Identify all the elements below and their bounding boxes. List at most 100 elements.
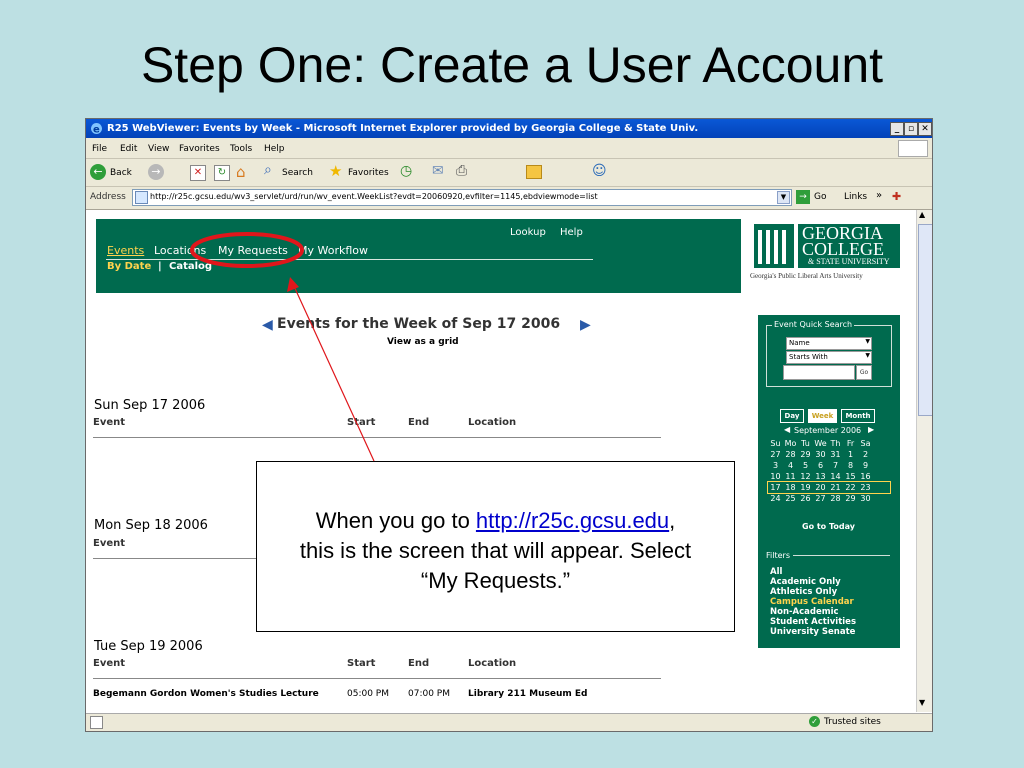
calendar-day[interactable]: 28 — [783, 449, 798, 460]
stop-icon[interactable]: ✕ — [190, 165, 206, 181]
calendar-day[interactable]: 17 — [768, 482, 783, 493]
filter-campus-calendar[interactable]: Campus Calendar — [770, 597, 854, 607]
calendar-day[interactable]: 25 — [783, 493, 798, 504]
refresh-icon[interactable]: ↻ — [214, 165, 230, 181]
menu-favorites[interactable]: Favorites — [179, 144, 220, 154]
scroll-up-icon[interactable]: ▲ — [919, 210, 925, 219]
calendar-day[interactable]: 8 — [843, 460, 858, 471]
filter-academic[interactable]: Academic Only — [770, 577, 841, 587]
nav-my-workflow[interactable]: My Workflow — [298, 244, 368, 257]
subnav-by-date[interactable]: By Date — [107, 261, 151, 272]
calendar-day[interactable]: 22 — [843, 482, 858, 493]
callout-link[interactable]: http://r25c.gcsu.edu — [476, 508, 669, 533]
calendar-day[interactable]: 27 — [813, 493, 828, 504]
calendar-day[interactable]: 29 — [798, 449, 813, 460]
history-icon[interactable]: ◷ — [400, 163, 412, 179]
calendar-day[interactable]: 14 — [828, 471, 843, 482]
calendar-day[interactable]: 4 — [783, 460, 798, 471]
calendar-day[interactable]: 27 — [768, 449, 783, 460]
back-button[interactable]: Back — [110, 168, 132, 178]
search-icon[interactable]: ⌕ — [264, 162, 272, 178]
calendar-day[interactable]: 30 — [813, 449, 828, 460]
minimize-button[interactable]: _ — [890, 122, 904, 136]
quick-search-input[interactable] — [783, 365, 855, 380]
calendar-day[interactable]: 29 — [843, 493, 858, 504]
go-arrow-icon[interactable]: → — [796, 190, 810, 204]
nav-my-requests[interactable]: My Requests — [218, 244, 288, 257]
calendar-day[interactable]: 13 — [813, 471, 828, 482]
calendar-day[interactable]: 10 — [768, 471, 783, 482]
vertical-scrollbar[interactable]: ▲ ▼ — [916, 210, 932, 712]
quick-search-go-button[interactable]: Go — [856, 365, 872, 380]
forward-arrow-icon[interactable]: → — [148, 164, 164, 180]
close-button[interactable]: ✕ — [918, 122, 932, 136]
calendar-day[interactable]: 21 — [828, 482, 843, 493]
calendar-day[interactable]: 3 — [768, 460, 783, 471]
nav-lookup[interactable]: Lookup — [510, 227, 546, 238]
address-dropdown-icon[interactable]: ▼ — [777, 191, 790, 204]
nav-help[interactable]: Help — [560, 227, 583, 238]
favorites-star-icon[interactable]: ★ — [329, 162, 342, 180]
scroll-down-icon[interactable]: ▼ — [919, 698, 925, 707]
folder-icon[interactable] — [526, 165, 542, 179]
next-week-icon[interactable]: ▶ — [580, 317, 591, 333]
calendar-day[interactable]: 11 — [783, 471, 798, 482]
filter-athletics[interactable]: Athletics Only — [770, 587, 837, 597]
calendar-day[interactable]: 6 — [813, 460, 828, 471]
calendar-day[interactable]: 18 — [783, 482, 798, 493]
prev-week-icon[interactable]: ◀ — [262, 317, 273, 333]
view-as-grid-link[interactable]: View as a grid — [387, 337, 459, 347]
links-button[interactable]: Links — [844, 192, 867, 202]
calendar-day[interactable]: 31 — [828, 449, 843, 460]
menu-edit[interactable]: Edit — [120, 144, 137, 154]
nav-locations[interactable]: Locations — [154, 244, 206, 257]
toolbar-extra-icon[interactable]: ✚ — [892, 190, 901, 203]
menu-help[interactable]: Help — [264, 144, 285, 154]
filter-university-senate[interactable]: University Senate — [770, 627, 855, 637]
calendar-day[interactable]: 15 — [843, 471, 858, 482]
calendar-day[interactable]: 23 — [858, 482, 873, 493]
menu-file[interactable]: File — [92, 144, 107, 154]
month-view-button[interactable]: Month — [841, 409, 875, 423]
event-name[interactable]: Begemann Gordon Women's Studies Lecture — [93, 689, 319, 699]
maximize-button[interactable]: ▫ — [904, 122, 918, 136]
links-chevron-icon[interactable]: » — [876, 190, 882, 201]
calendar-day[interactable]: 26 — [798, 493, 813, 504]
messenger-icon[interactable]: ☺ — [592, 163, 607, 179]
calendar-day[interactable]: 19 — [798, 482, 813, 493]
calendar-day[interactable]: 28 — [828, 493, 843, 504]
favorites-button[interactable]: Favorites — [348, 168, 389, 178]
search-field-select[interactable]: Name ▼ — [786, 337, 872, 350]
filter-all[interactable]: All — [770, 567, 782, 577]
calendar-day[interactable]: 16 — [858, 471, 873, 482]
day-view-button[interactable]: Day — [780, 409, 804, 423]
calendar-day[interactable]: 20 — [813, 482, 828, 493]
subnav-catalog[interactable]: Catalog — [169, 261, 212, 272]
next-month-icon[interactable]: ▶ — [868, 425, 874, 434]
week-view-button[interactable]: Week — [808, 409, 837, 423]
go-button[interactable]: Go — [814, 192, 826, 202]
search-mode-select[interactable]: Starts With ▼ — [786, 351, 872, 364]
search-button[interactable]: Search — [282, 168, 313, 178]
calendar-day[interactable]: 12 — [798, 471, 813, 482]
filter-student-activities[interactable]: Student Activities — [770, 617, 856, 627]
calendar-day[interactable]: 24 — [768, 493, 783, 504]
back-arrow-icon[interactable]: ← — [90, 164, 106, 180]
calendar-day[interactable]: 30 — [858, 493, 873, 504]
calendar-day[interactable]: 1 — [843, 449, 858, 460]
scrollbar-thumb[interactable] — [918, 224, 932, 416]
menu-view[interactable]: View — [148, 144, 169, 154]
calendar-day[interactable]: 5 — [798, 460, 813, 471]
home-icon[interactable]: ⌂ — [236, 163, 246, 181]
filter-non-academic[interactable]: Non-Academic — [770, 607, 839, 617]
calendar-day[interactable]: 2 — [858, 449, 873, 460]
go-to-today-link[interactable]: Go to Today — [802, 522, 855, 531]
calendar-day[interactable]: 7 — [828, 460, 843, 471]
address-input[interactable]: http://r25c.gcsu.edu/wv3_servlet/urd/run… — [132, 189, 792, 206]
mail-icon[interactable]: ✉ — [432, 163, 444, 179]
prev-month-icon[interactable]: ◀ — [784, 425, 790, 434]
print-icon[interactable]: ⎙ — [456, 163, 467, 179]
calendar-day[interactable]: 9 — [858, 460, 873, 471]
nav-events[interactable]: Events — [107, 244, 144, 257]
menu-tools[interactable]: Tools — [230, 144, 252, 154]
